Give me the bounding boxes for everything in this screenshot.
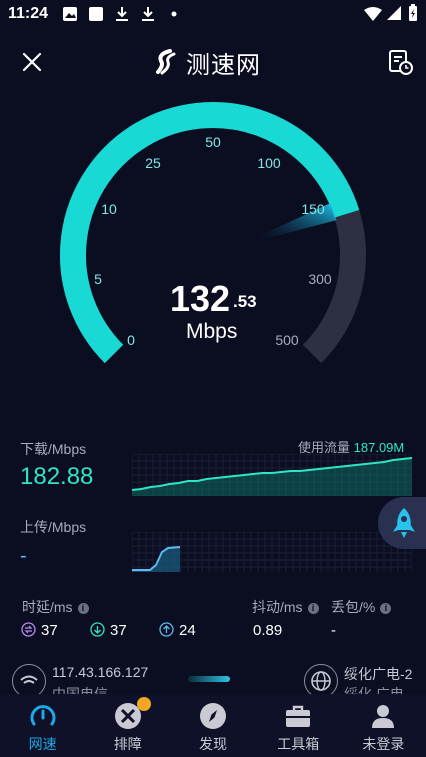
speed-gauge: 0 5 10 25 50 100 150 300 500	[40, 100, 386, 390]
upload-value: -	[20, 545, 27, 567]
data-usage-value: 187.09M	[353, 440, 405, 455]
globe-icon[interactable]	[304, 664, 338, 698]
user-icon	[372, 705, 395, 728]
nav-troubleshoot[interactable]: 排障	[85, 694, 170, 757]
history-icon[interactable]	[386, 48, 414, 76]
status-bar: 11:24	[0, 0, 426, 28]
gauge-label-100: 100	[257, 155, 281, 171]
dot-icon	[171, 11, 177, 17]
gauge-label-50: 50	[205, 134, 221, 150]
server-city: 绥化 广电	[344, 686, 404, 694]
gauge-label-150: 150	[301, 201, 325, 217]
loss-title-text: 丢包/%	[331, 599, 376, 615]
nav-account[interactable]: 未登录	[341, 694, 426, 757]
gauge-label-5: 5	[94, 271, 102, 287]
rocket-boost-button[interactable]	[378, 497, 426, 549]
square-notification-icon	[89, 7, 103, 21]
info-icon[interactable]: i	[307, 603, 319, 614]
gauge-label-300: 300	[308, 271, 332, 287]
loss-value: -	[331, 622, 336, 639]
jitter-title-text: 抖动/ms	[252, 599, 303, 615]
nav-account-label: 未登录	[362, 736, 405, 752]
info-icon[interactable]: i	[380, 603, 392, 614]
jitter-title: 抖动/ms i	[252, 597, 319, 617]
gauge-label-10: 10	[101, 201, 117, 217]
speedtest-logo-icon	[156, 49, 176, 75]
gallery-icon	[63, 7, 77, 21]
download-value: 182.88	[20, 463, 94, 490]
status-time: 11:24	[8, 5, 49, 22]
network-wifi-icon	[12, 664, 46, 698]
speed-value: 132	[170, 278, 231, 319]
speedometer-icon	[30, 705, 56, 726]
app-header: 测速网	[0, 40, 426, 84]
idle-latency-icon	[21, 622, 36, 637]
data-usage-label: 使用流量	[298, 440, 351, 455]
server-ip: 117.43.166.127	[52, 664, 149, 680]
upload-chart	[132, 532, 412, 572]
upload-latency-icon	[159, 622, 174, 637]
brand-logo: 测速网	[152, 45, 261, 79]
nav-troubleshoot-label: 排障	[113, 736, 142, 752]
nav-speed[interactable]: 网速	[0, 694, 85, 757]
speed-decimal: .53	[233, 292, 257, 311]
loss-title: 丢包/% i	[331, 597, 392, 617]
nav-speed-label: 网速	[28, 736, 57, 752]
loading-indicator	[188, 676, 230, 682]
bottom-nav: 网速 排障 发现 工具箱 未登录	[0, 694, 426, 757]
download-latency-icon	[90, 622, 105, 637]
download-chart	[132, 454, 412, 496]
close-icon[interactable]	[18, 48, 46, 76]
toolbox-icon	[286, 705, 311, 727]
signal-icon	[387, 6, 401, 20]
download-icon	[116, 7, 128, 21]
gauge-label-25: 25	[145, 155, 161, 171]
notification-badge	[137, 697, 152, 711]
server-node[interactable]: 绥化广电-2	[344, 664, 412, 684]
upload-latency-value: 24	[179, 622, 196, 639]
nav-discover[interactable]: 发现	[170, 694, 255, 757]
gauge-label-0: 0	[127, 332, 135, 348]
brand-name: 测速网	[186, 51, 261, 79]
download-latency-value: 37	[110, 622, 127, 639]
gauge-label-500: 500	[275, 332, 299, 348]
wifi-icon	[364, 7, 382, 21]
speed-unit: Mbps	[186, 320, 238, 343]
compass-icon	[200, 703, 226, 729]
nav-toolbox-label: 工具箱	[277, 736, 320, 752]
jitter-value: 0.89	[253, 622, 283, 639]
rocket-icon	[393, 508, 415, 538]
download-title: 下载/Mbps	[20, 441, 87, 457]
upload-title: 上传/Mbps	[20, 519, 87, 535]
nav-discover-label: 发现	[199, 736, 227, 752]
latency-title: 时延/ms i	[22, 597, 89, 617]
idle-latency-value: 37	[41, 622, 58, 639]
download-icon-2	[142, 7, 154, 21]
info-icon[interactable]: i	[77, 603, 89, 614]
battery-charging-icon	[409, 4, 417, 21]
latency-title-text: 时延/ms	[22, 599, 73, 615]
nav-toolbox[interactable]: 工具箱	[256, 694, 341, 757]
server-isp: 中国电信	[52, 686, 108, 694]
